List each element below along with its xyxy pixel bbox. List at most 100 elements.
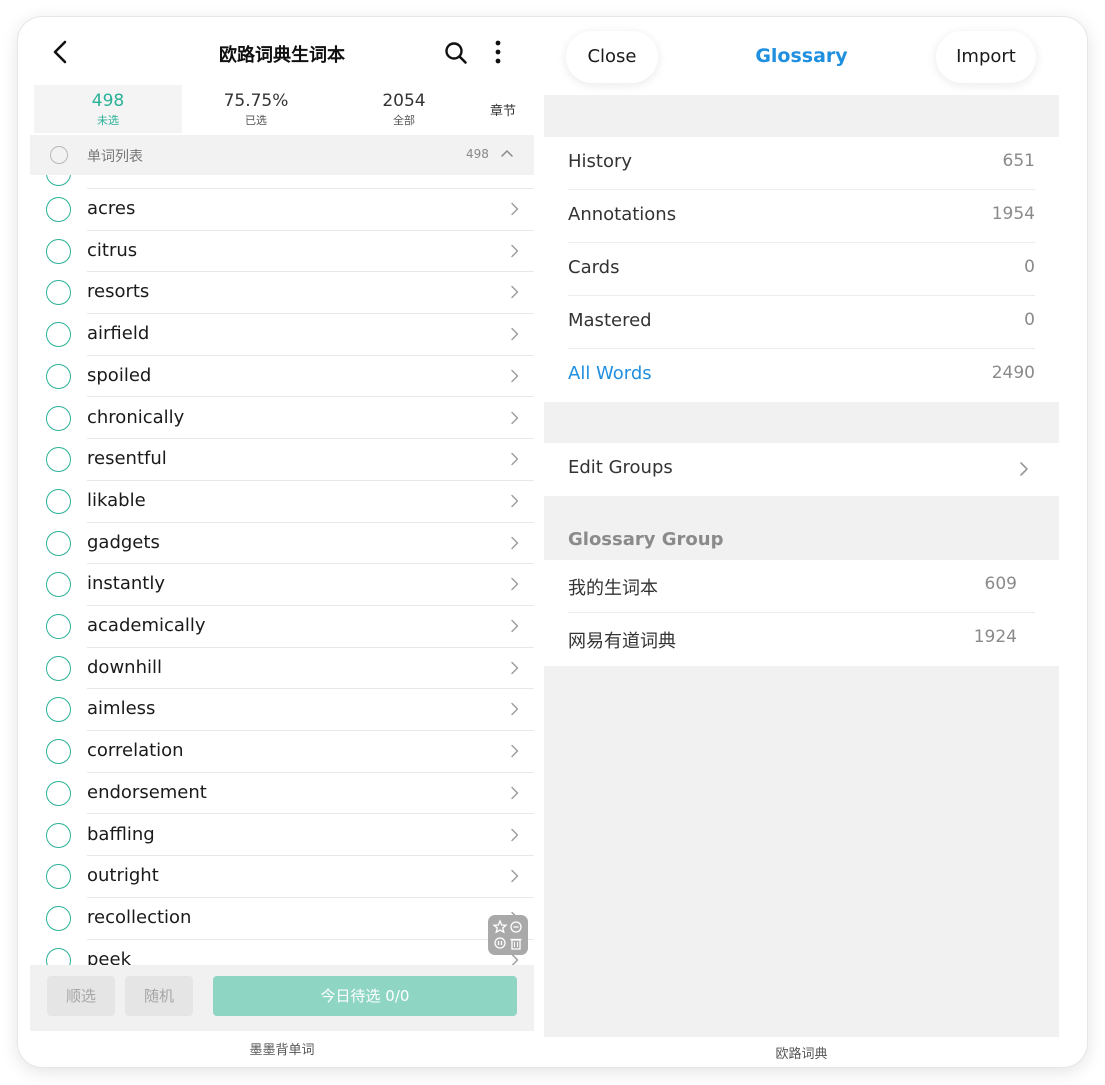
word-row-partial [87,175,534,189]
stat-all[interactable]: 2054 全部 [330,85,478,133]
chevron-right-icon [511,202,519,216]
floating-toolbar[interactable] [488,915,528,955]
stat-value: 2054 [382,91,426,111]
select-radio[interactable] [46,697,71,723]
stat-value: 75.75% [223,91,289,111]
more-vertical-icon[interactable] [492,39,504,65]
select-radio[interactable] [46,822,71,848]
row-count: 651 [1002,151,1035,171]
word-text: academically [87,615,206,636]
select-radio[interactable] [46,280,71,306]
word-text: likable [87,489,146,511]
word-row[interactable]: outright [30,856,534,898]
row-group-my-words[interactable]: 我的生词本 609 [544,560,1059,613]
import-button[interactable]: Import [936,31,1036,83]
word-text: instantly [87,573,165,595]
chapter-tab[interactable]: 章节 [490,100,516,119]
select-radio[interactable] [46,197,71,222]
select-radio[interactable] [46,905,71,931]
select-radio [46,175,71,186]
word-row[interactable]: chronically [30,398,534,440]
row-label: All Words [568,363,652,384]
chevron-right-icon [511,703,519,716]
chevron-right-icon [511,619,519,633]
right-app-panel: Close Glossary Import History 651 Annota… [544,17,1059,1067]
word-row[interactable]: aimless [30,689,534,732]
word-text: citrus [87,239,138,261]
row-count: 1924 [973,627,1017,647]
row-cards[interactable]: Cards 0 [544,243,1059,296]
chevron-right-icon [511,786,519,799]
row-label: Edit Groups [568,457,673,478]
select-radio[interactable] [46,322,71,348]
stat-label: 未选 [97,114,119,127]
row-all-words[interactable]: All Words 2490 [544,349,1059,402]
select-all-radio[interactable] [50,146,68,164]
word-row[interactable]: airfield [30,314,534,356]
word-text: acres [87,198,136,219]
select-radio[interactable] [46,363,71,389]
chevron-up-icon[interactable] [500,147,514,161]
select-radio[interactable] [46,947,71,965]
row-count: 0 [1024,257,1035,277]
bottom-action-bar: 顺选 随机 今日待选 0/0 [30,965,534,1031]
chevron-right-icon [511,744,519,758]
word-row[interactable]: resorts [30,272,534,315]
chevron-right-icon [511,869,519,883]
chevron-right-icon [511,286,519,299]
row-group-youdao[interactable]: 网易有道词典 1924 [544,613,1059,666]
select-radio[interactable] [46,864,71,890]
select-radio[interactable] [46,614,71,639]
row-label: History [568,151,633,172]
today-pending-button[interactable]: 今日待选 0/0 [213,976,517,1016]
word-list-header: 单词列表 498 [30,135,534,175]
chevron-right-icon [1020,462,1028,476]
row-label: Mastered [568,310,652,331]
word-row[interactable]: citrus [30,231,534,273]
select-radio[interactable] [46,739,71,765]
random-select-button[interactable]: 随机 [125,976,193,1016]
word-row[interactable]: recollection [30,898,534,940]
word-row[interactable]: correlation [30,731,534,773]
sequential-select-button[interactable]: 顺选 [47,976,115,1016]
word-list: acres citrus resorts airfield spoiled chronic… [30,175,534,965]
word-row[interactable]: endorsement [30,773,534,815]
word-text: resorts [87,281,150,303]
row-annotations[interactable]: Annotations 1954 [544,190,1059,243]
word-row[interactable]: likable [30,481,534,523]
select-radio[interactable] [46,780,71,806]
select-radio[interactable] [46,655,71,681]
row-mastered[interactable]: Mastered 0 [544,296,1059,349]
stat-label: 全部 [393,114,415,127]
search-icon[interactable] [444,41,468,65]
stat-selected[interactable]: 75.75% 已选 [182,85,330,133]
word-row[interactable]: downhill [30,648,534,690]
floating-tools-icon [492,919,522,950]
select-radio[interactable] [46,488,71,514]
row-label: Annotations [568,204,677,225]
word-row[interactable]: baffling [30,815,534,857]
stat-unselected[interactable]: 498 未选 [34,85,182,133]
word-row[interactable]: academically [30,606,534,648]
select-radio[interactable] [46,530,71,556]
word-row[interactable]: instantly [30,564,534,606]
word-row[interactable]: resentful [30,439,534,481]
select-radio[interactable] [46,447,71,473]
select-radio[interactable] [46,572,71,598]
row-edit-groups[interactable]: Edit Groups [544,443,1059,496]
select-radio[interactable] [46,238,71,264]
select-radio[interactable] [46,405,71,431]
word-row[interactable]: peek [30,940,534,965]
row-label: Cards [568,257,620,278]
window-frame: 欧路词典生词本 498 未选 75.75% 已选 2054 全部 章节 单词列表… [18,17,1087,1067]
left-header: 欧路词典生词本 [30,17,534,87]
chevron-right-icon [511,327,519,341]
word-row[interactable]: spoiled [30,356,534,398]
word-row[interactable]: gadgets [30,523,534,565]
word-row[interactable]: acres [30,189,534,231]
word-text: gadgets [87,531,160,553]
row-history[interactable]: History 651 [544,137,1059,190]
chevron-right-icon [511,578,519,591]
chevron-right-icon [511,828,519,841]
left-app-caption: 墨墨背单词 [249,1043,315,1058]
